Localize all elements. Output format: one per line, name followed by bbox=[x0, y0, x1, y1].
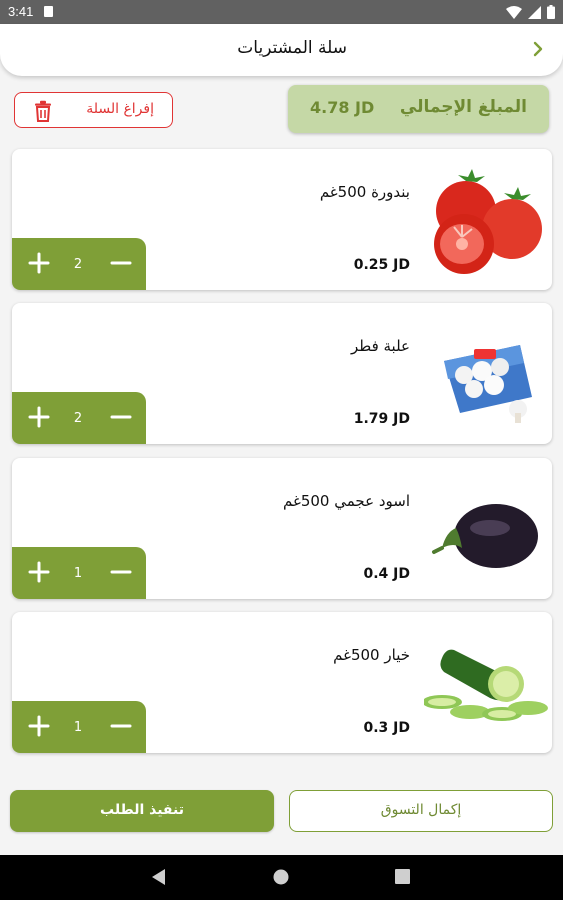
cart-item-card: علبة فطر 1.79 JD 2 bbox=[12, 303, 552, 444]
empty-cart-button[interactable]: إفراغ السلة bbox=[14, 92, 173, 128]
total-amount: 4.78 JD bbox=[310, 98, 375, 117]
battery-icon bbox=[547, 5, 555, 19]
item-name: بندورة 500غم bbox=[319, 183, 410, 201]
nav-back-icon[interactable] bbox=[152, 869, 166, 885]
quantity-value: 2 bbox=[73, 411, 83, 426]
mushroom-box-image bbox=[444, 345, 532, 423]
status-time: 3:41 bbox=[8, 4, 34, 19]
nav-home-icon[interactable] bbox=[273, 869, 289, 885]
total-box: المبلغ الإجمالي 4.78 JD bbox=[288, 85, 549, 133]
minus-icon[interactable] bbox=[108, 250, 134, 276]
submit-order-label: تنفيذ الطلب bbox=[100, 802, 184, 818]
cart-item-card: بندورة 500غم 0.25 JD 2 bbox=[12, 149, 552, 290]
plus-icon[interactable] bbox=[26, 250, 52, 276]
plus-icon[interactable] bbox=[26, 404, 52, 430]
status-bar: 3:41 bbox=[0, 0, 563, 24]
plus-icon[interactable] bbox=[26, 713, 52, 739]
page-title: سلة المشتريات bbox=[237, 38, 347, 58]
status-icons bbox=[506, 5, 555, 19]
minus-icon[interactable] bbox=[108, 404, 134, 430]
eggplant-image bbox=[432, 504, 538, 568]
chevron-right-icon[interactable] bbox=[531, 39, 545, 59]
cucumber-image bbox=[424, 649, 548, 721]
quantity-stepper: 2 bbox=[12, 238, 146, 290]
item-name: علبة فطر bbox=[350, 337, 410, 355]
quantity-stepper: 1 bbox=[12, 547, 146, 599]
trash-icon bbox=[35, 100, 51, 122]
quantity-stepper: 1 bbox=[12, 701, 146, 753]
tomato-image bbox=[434, 169, 542, 274]
item-name: اسود عجمي 500غم bbox=[283, 492, 410, 510]
item-name: خيار 500غم bbox=[333, 646, 410, 664]
continue-shopping-button[interactable]: إكمال التسوق bbox=[289, 790, 553, 832]
wifi-icon bbox=[506, 5, 522, 19]
item-price: 0.3 JD bbox=[363, 720, 410, 736]
minus-icon[interactable] bbox=[108, 559, 134, 585]
continue-shopping-label: إكمال التسوق bbox=[380, 802, 462, 818]
system-nav-bar bbox=[0, 855, 563, 900]
nav-recents-icon[interactable] bbox=[395, 869, 410, 884]
total-label: المبلغ الإجمالي bbox=[399, 97, 527, 117]
plus-icon[interactable] bbox=[26, 559, 52, 585]
sim-card-icon bbox=[44, 6, 53, 17]
cart-item-card: اسود عجمي 500غم 0.4 JD 1 bbox=[12, 458, 552, 599]
app-header: سلة المشتريات bbox=[0, 24, 563, 76]
item-price: 0.4 JD bbox=[363, 566, 410, 582]
empty-cart-label: إفراغ السلة bbox=[86, 101, 154, 117]
quantity-value: 2 bbox=[73, 257, 83, 272]
quantity-value: 1 bbox=[73, 566, 83, 581]
submit-order-button[interactable]: تنفيذ الطلب bbox=[10, 790, 274, 832]
quantity-stepper: 2 bbox=[12, 392, 146, 444]
item-price: 1.79 JD bbox=[353, 411, 410, 427]
minus-icon[interactable] bbox=[108, 713, 134, 739]
item-price: 0.25 JD bbox=[353, 257, 410, 273]
quantity-value: 1 bbox=[73, 720, 83, 735]
cart-item-card: خيار 500غم 0.3 JD 1 bbox=[12, 612, 552, 753]
signal-icon bbox=[528, 5, 541, 19]
